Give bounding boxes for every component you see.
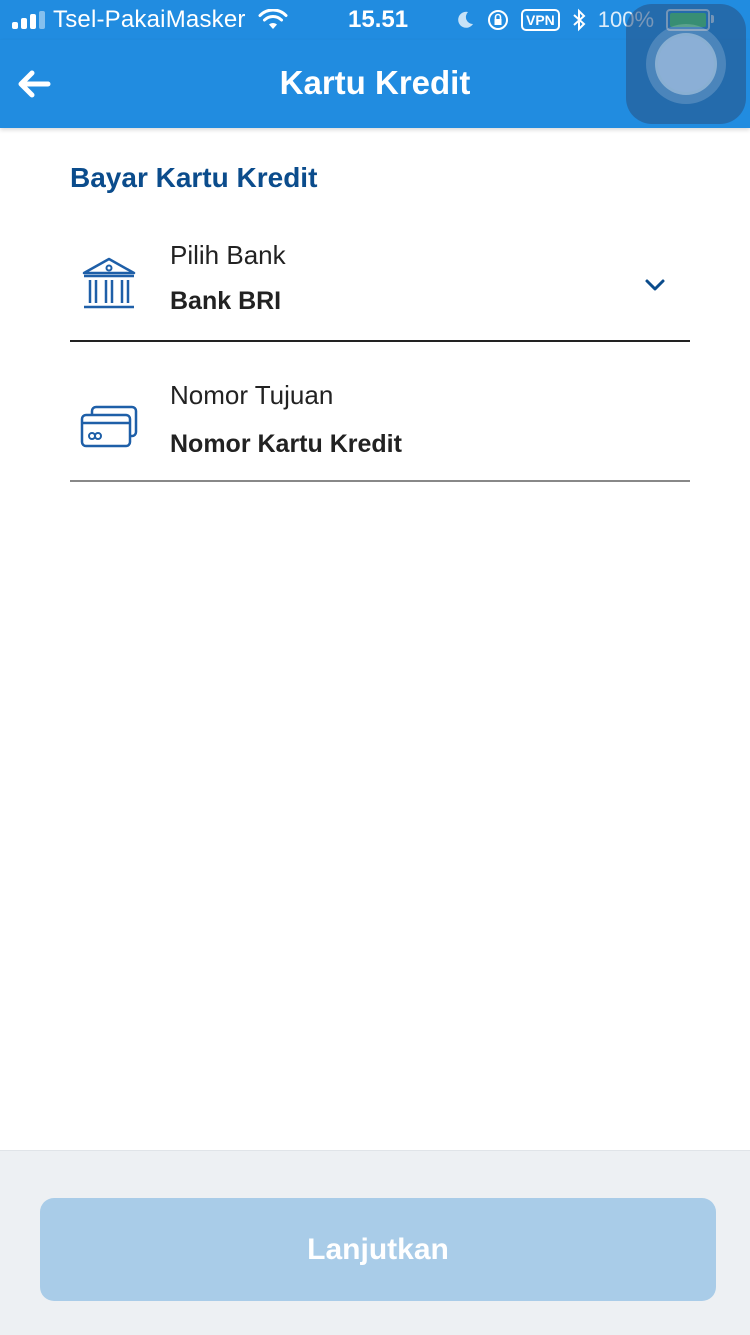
clock: 15.51	[348, 6, 409, 33]
bottom-bar: Lanjutkan	[0, 1150, 750, 1335]
bank-icon	[82, 257, 136, 309]
wifi-icon	[258, 9, 288, 29]
assistive-touch-button[interactable]	[626, 4, 746, 124]
card-number-field[interactable]: Nomor Tujuan Nomor Kartu Kredit	[70, 340, 690, 482]
credit-card-icon	[80, 405, 138, 448]
chevron-down-icon[interactable]	[644, 277, 666, 293]
rotation-lock-icon	[488, 10, 508, 30]
continue-button[interactable]: Lanjutkan	[40, 1198, 716, 1301]
carrier-name: Tsel-PakaiMasker	[53, 6, 246, 33]
moon-icon	[458, 11, 473, 28]
vpn-badge: VPN	[521, 9, 560, 31]
signal-icon	[12, 11, 45, 29]
card-number-label: Nomor Tujuan	[170, 380, 334, 410]
card-number-input[interactable]: Nomor Kartu Kredit	[170, 430, 402, 459]
bank-select-field[interactable]: Pilih Bank Bank BRI	[70, 200, 690, 342]
bank-field-label: Pilih Bank	[170, 240, 286, 270]
section-title: Bayar Kartu Kredit	[70, 162, 318, 193]
bank-field-value: Bank BRI	[170, 287, 282, 315]
bluetooth-icon	[573, 8, 586, 32]
status-left: Tsel-PakaiMasker	[12, 6, 288, 34]
